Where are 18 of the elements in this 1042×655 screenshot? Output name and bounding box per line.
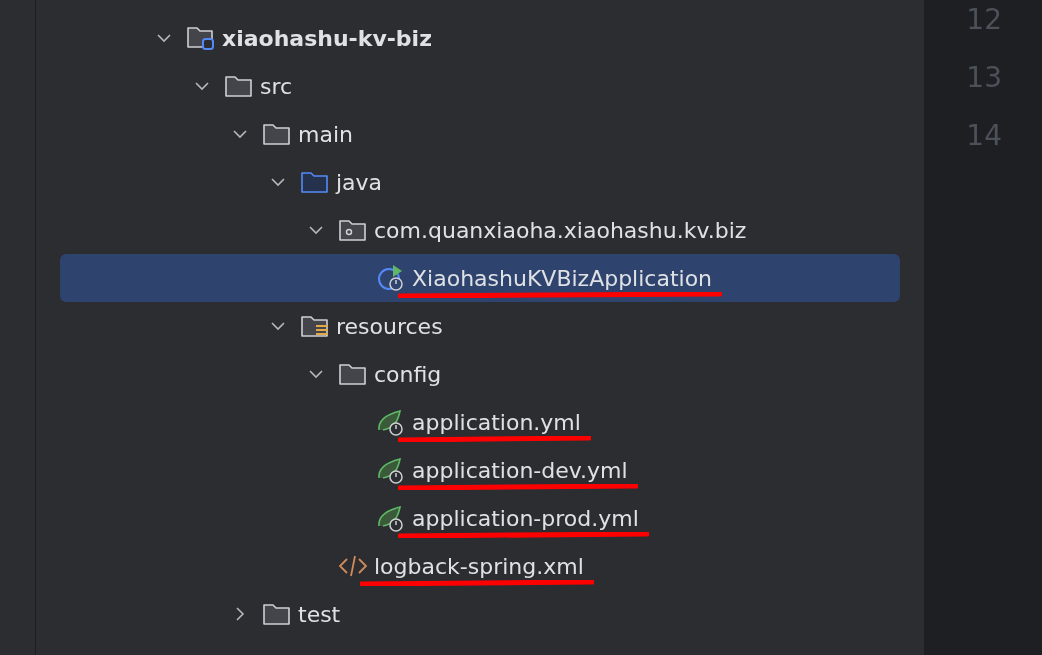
tree-item[interactable]: config	[60, 350, 900, 398]
leaf-config-icon	[376, 456, 406, 484]
tree-item[interactable]: src	[60, 62, 900, 110]
tree-item[interactable]: test	[60, 590, 900, 638]
tree-item[interactable]: application.yml	[60, 398, 900, 446]
leaf-config-icon	[376, 408, 406, 436]
tree-item[interactable]: com.quanxiaoha.xiaohashu.kv.biz	[60, 206, 900, 254]
tree-item[interactable]: java	[60, 158, 900, 206]
tree-item[interactable]: XiaohashuKVBizApplication	[60, 254, 900, 302]
tree-item[interactable]: main	[60, 110, 900, 158]
tree-item[interactable]: logback-spring.xml	[60, 542, 900, 590]
leaf-config-icon	[376, 504, 406, 532]
run-class-icon	[376, 264, 406, 292]
tree-item[interactable]: application-dev.yml	[60, 446, 900, 494]
tree-item[interactable]: application-prod.yml	[60, 494, 900, 542]
tree-item[interactable]: resources	[60, 302, 900, 350]
module-folder-icon	[186, 24, 216, 52]
tree-item[interactable]: xiaohashu-kv-biz	[60, 14, 900, 62]
